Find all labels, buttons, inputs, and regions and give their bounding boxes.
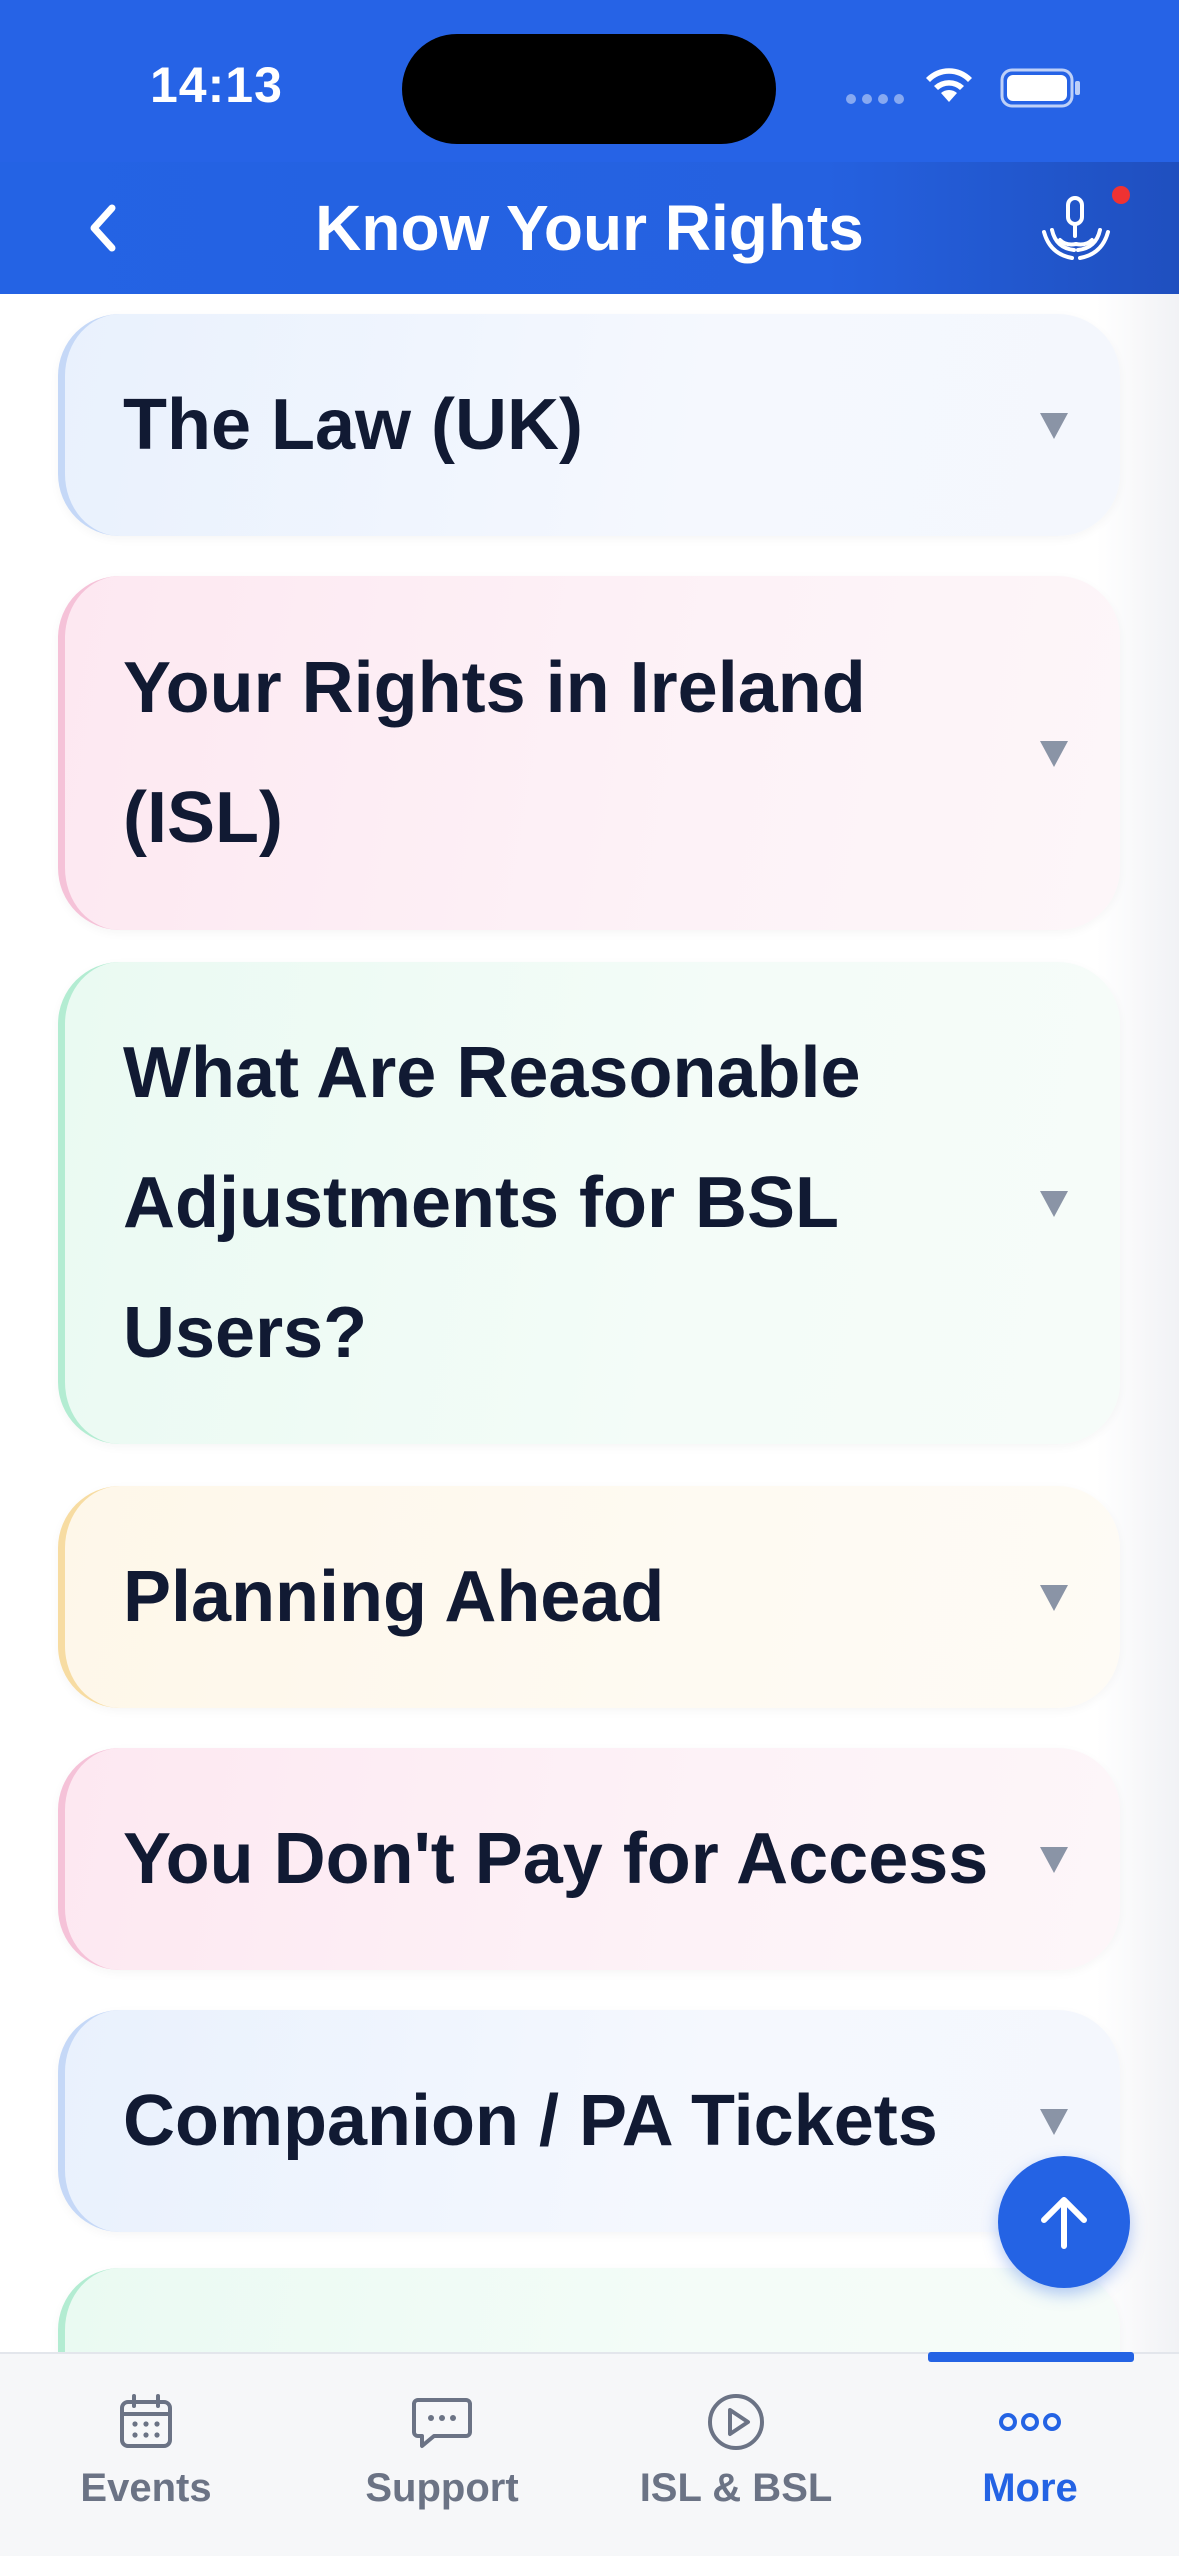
cellular-signal-icon [846,94,904,104]
calendar-icon [120,2394,172,2448]
section-title: The Law (UK) [123,385,583,465]
chat-bubble-icon [412,2398,472,2448]
tab-label: More [982,2466,1078,2510]
chevron-down-icon [1040,1585,1068,1611]
section-rights-ireland[interactable]: Your Rights in Ireland (ISL) [58,576,1120,930]
section-title: You Don't Pay for Access [123,1819,989,1899]
tab-label: ISL & BSL [639,2466,833,2510]
tab-label: Events [80,2466,212,2510]
chevron-down-icon [1040,741,1068,767]
chevron-down-icon [1040,1847,1068,1873]
status-time: 14:13 [150,57,283,113]
tab-isl-bsl[interactable]: ISL & BSL [596,2392,876,2511]
active-tab-indicator [928,2352,1134,2362]
page-title: Know Your Rights [315,192,864,264]
section-planning-ahead[interactable]: Planning Ahead [58,1486,1120,1708]
section-next-partial[interactable] [58,2268,1120,2352]
section-the-law-uk[interactable]: The Law (UK) [58,314,1120,536]
more-dots-icon [999,2413,1061,2431]
section-reasonable-adjustments[interactable]: What Are Reasonable Adjustments for BSL … [58,962,1120,1444]
scroll-to-top-button[interactable] [998,2156,1130,2288]
status-bar: 14:13 [0,0,1179,162]
section-title: What Are Reasonable Adjustments for BSL … [123,1033,861,1373]
section-title: Your Rights in Ireland (ISL) [123,648,866,858]
arrow-up-icon [1041,2197,1087,2249]
section-title: Companion / PA Tickets [123,2081,938,2161]
play-circle-icon [708,2394,764,2450]
chevron-down-icon [1040,1191,1068,1217]
chevron-down-icon [1040,413,1068,439]
app-header: 14:13 Know Your Rights [0,0,1179,294]
wifi-icon [926,68,972,102]
sign-language-icon[interactable] [1036,192,1116,272]
battery-icon [1000,68,1080,108]
rights-list[interactable]: The Law (UK) Your Rights in Ireland (ISL… [0,294,1179,2352]
tab-events[interactable]: Events [6,2392,286,2511]
navigation-bar: Know Your Rights [0,162,1179,294]
section-companion-tickets[interactable]: Companion / PA Tickets [58,2010,1120,2232]
chevron-down-icon [1040,2109,1068,2135]
section-title: Planning Ahead [123,1557,665,1637]
tab-support[interactable]: Support [302,2392,582,2511]
dynamic-island [402,34,776,144]
tab-more[interactable]: More [890,2392,1170,2511]
section-dont-pay-access[interactable]: You Don't Pay for Access [58,1748,1120,1970]
tab-bar: Events Support ISL & BSL More [0,2352,1179,2556]
notification-dot [1112,186,1130,204]
tab-label: Support [365,2466,519,2510]
